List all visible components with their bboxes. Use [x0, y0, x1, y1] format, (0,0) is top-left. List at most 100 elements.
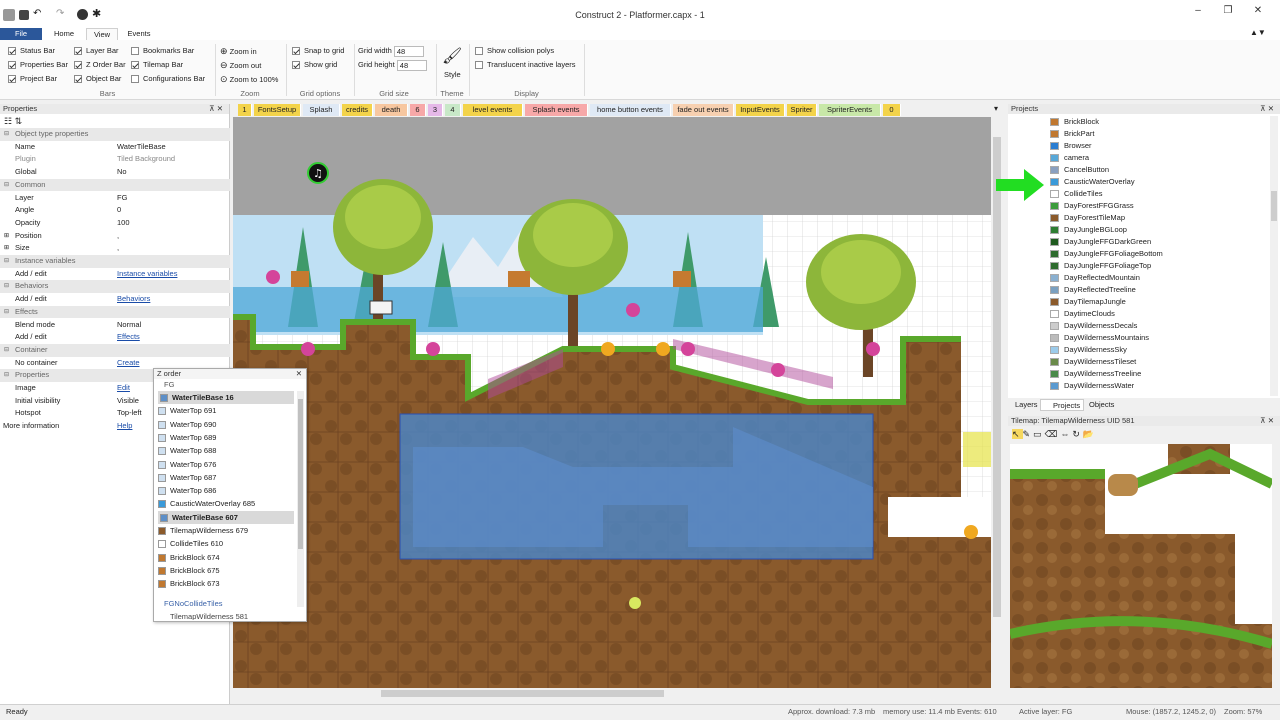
- property-row[interactable]: Global No: [0, 166, 230, 179]
- project-item[interactable]: DayJungleFFGFoliageTop: [1008, 260, 1258, 272]
- configurations-bar-checkbox[interactable]: Configurations Bar: [131, 73, 205, 85]
- open-icon[interactable]: 📂: [1083, 429, 1097, 439]
- property-row[interactable]: Add / edit Instance variables: [0, 268, 230, 281]
- panel-close-icon[interactable]: ⊼ ✕: [1260, 416, 1274, 426]
- close-icon[interactable]: ✕: [296, 369, 302, 379]
- layout-tab[interactable]: home button events: [590, 104, 671, 116]
- z-order-item[interactable]: WaterTop 686: [158, 484, 294, 497]
- project-item[interactable]: DayJungleFFGFoliageBottom: [1008, 248, 1258, 260]
- layout-tab[interactable]: Splash events: [525, 104, 588, 116]
- collapse-icon[interactable]: ⊟: [4, 344, 9, 357]
- tab-view[interactable]: View: [86, 28, 118, 40]
- project-item[interactable]: DayWildernessTileset: [1008, 356, 1258, 368]
- expand-icon[interactable]: ⊞: [4, 230, 9, 243]
- close-button[interactable]: ✕: [1248, 5, 1268, 19]
- show-grid-checkbox[interactable]: Show grid: [292, 59, 344, 71]
- property-value[interactable]: Instance variables: [117, 268, 177, 281]
- flip-icon[interactable]: ⇔: [1060, 429, 1072, 439]
- snap-to-grid-checkbox[interactable]: Snap to grid: [292, 45, 344, 57]
- layout-canvas[interactable]: ♫: [233, 117, 991, 688]
- z-order-bar-checkbox[interactable]: Z Order Bar: [74, 59, 126, 71]
- zoom-out-button[interactable]: ⊖ Zoom out: [220, 59, 278, 71]
- style-brush-icon[interactable]: 🖌: [442, 46, 462, 66]
- translucent-inactive-layers-checkbox[interactable]: Translucent inactive layers: [475, 59, 576, 71]
- projects-scrollbar[interactable]: [1270, 116, 1278, 396]
- minimize-button[interactable]: –: [1188, 5, 1208, 19]
- project-item[interactable]: DayReflectedMountain: [1008, 272, 1258, 284]
- z-order-item[interactable]: WaterTileBase 607: [158, 510, 294, 524]
- pointer-tool-icon[interactable]: ↖: [1012, 429, 1023, 439]
- property-row[interactable]: Add / edit Effects: [0, 331, 230, 344]
- tab-events[interactable]: Events: [120, 28, 158, 40]
- property-value[interactable]: Effects: [117, 331, 140, 344]
- layout-tab[interactable]: credits: [342, 104, 373, 116]
- zoom-in-button[interactable]: ⊕ Zoom in: [220, 45, 278, 57]
- project-item[interactable]: DayWildernessDecals: [1008, 320, 1258, 332]
- z-order-cut-item[interactable]: TilemapWilderness 581: [170, 612, 248, 620]
- tab-layers[interactable]: Layers: [1012, 399, 1041, 411]
- layout-tab[interactable]: 1: [238, 104, 252, 116]
- property-value[interactable]: Create: [117, 357, 140, 370]
- collapse-icon[interactable]: ⊟: [4, 179, 9, 192]
- project-item[interactable]: BrickPart: [1008, 128, 1258, 140]
- z-order-item[interactable]: WaterTileBase 16: [158, 391, 294, 405]
- property-row[interactable]: Name WaterTileBase: [0, 141, 230, 154]
- sort-icon[interactable]: ⇅: [15, 116, 23, 126]
- property-row[interactable]: Add / edit Behaviors: [0, 293, 230, 306]
- project-item[interactable]: Browser: [1008, 140, 1258, 152]
- properties-bar-checkbox[interactable]: Properties Bar: [8, 59, 68, 71]
- project-item[interactable]: DayJungleFFGDarkGreen: [1008, 236, 1258, 248]
- z-order-item[interactable]: WaterTop 691: [158, 404, 294, 417]
- z-order-item[interactable]: BrickBlock 673: [158, 577, 294, 590]
- layout-tab[interactable]: SpriterEvents: [819, 104, 881, 116]
- property-row[interactable]: Size ⊞,: [0, 242, 230, 255]
- z-order-item[interactable]: WaterTop 689: [158, 431, 294, 444]
- layout-tab[interactable]: fade out events: [673, 104, 734, 116]
- pencil-tool-icon[interactable]: ✎: [1023, 429, 1034, 439]
- layout-tab[interactable]: 3: [428, 104, 443, 116]
- grid-height-input[interactable]: 48: [396, 59, 427, 71]
- z-order-item[interactable]: WaterTop 687: [158, 471, 294, 484]
- collapse-icon[interactable]: ⊟: [4, 369, 9, 382]
- tab-home[interactable]: Home: [44, 28, 84, 40]
- project-item[interactable]: DayReflectedTreeline: [1008, 284, 1258, 296]
- z-order-item[interactable]: BrickBlock 675: [158, 564, 294, 577]
- tab-file[interactable]: File: [0, 28, 42, 40]
- project-item[interactable]: DayWildernessSky: [1008, 344, 1258, 356]
- z-order-item[interactable]: WaterTop 688: [158, 444, 294, 457]
- layout-tab[interactable]: FontsSetup: [254, 104, 301, 116]
- maximize-button[interactable]: ❐: [1218, 5, 1238, 19]
- z-order-item[interactable]: CausticWaterOverlay 685: [158, 497, 294, 510]
- project-item[interactable]: DayForestTileMap: [1008, 212, 1258, 224]
- layout-tab[interactable]: 6: [410, 104, 426, 116]
- z-order-item[interactable]: WaterTop 690: [158, 418, 294, 431]
- layout-viewport[interactable]: ♫: [233, 117, 991, 688]
- project-item[interactable]: DayTilemapJungle: [1008, 296, 1258, 308]
- horizontal-scrollbar[interactable]: [233, 688, 991, 699]
- project-item[interactable]: DayWildernessWater: [1008, 380, 1258, 390]
- property-row[interactable]: Plugin Tiled Background: [0, 153, 230, 166]
- object-bar-checkbox[interactable]: Object Bar: [74, 73, 126, 85]
- project-item[interactable]: DayWildernessTreeline: [1008, 368, 1258, 380]
- status-bar-checkbox[interactable]: Status Bar: [8, 45, 68, 57]
- layout-tab[interactable]: death: [375, 104, 408, 116]
- show-collision-polys-checkbox[interactable]: Show collision polys: [475, 45, 576, 57]
- layout-tab[interactable]: 4: [445, 104, 461, 116]
- project-item[interactable]: BrickBlock: [1008, 116, 1258, 128]
- expand-icon[interactable]: ⊞: [4, 242, 9, 255]
- layout-tab[interactable]: level events: [463, 104, 523, 116]
- z-order-item[interactable]: CollideTiles 610: [158, 537, 294, 550]
- panel-close-icon[interactable]: ⊼ ✕: [1260, 104, 1274, 114]
- property-row[interactable]: Position ⊞,: [0, 230, 230, 243]
- tileset-preview[interactable]: [1010, 444, 1272, 688]
- z-order-item[interactable]: TilemapWilderness 679: [158, 524, 294, 537]
- rectangle-tool-icon[interactable]: ▭: [1033, 429, 1045, 439]
- layout-tab[interactable]: InputEvents: [736, 104, 785, 116]
- tilemap-bar-checkbox[interactable]: Tilemap Bar: [131, 59, 205, 71]
- collapse-icon[interactable]: ⊟: [4, 255, 9, 268]
- collapse-icon[interactable]: ⊟: [4, 280, 9, 293]
- project-item[interactable]: camera: [1008, 152, 1258, 164]
- eraser-tool-icon[interactable]: ⌫: [1045, 429, 1061, 439]
- project-item[interactable]: DayJungleBGLoop: [1008, 224, 1258, 236]
- layout-tab[interactable]: Splash: [303, 104, 340, 116]
